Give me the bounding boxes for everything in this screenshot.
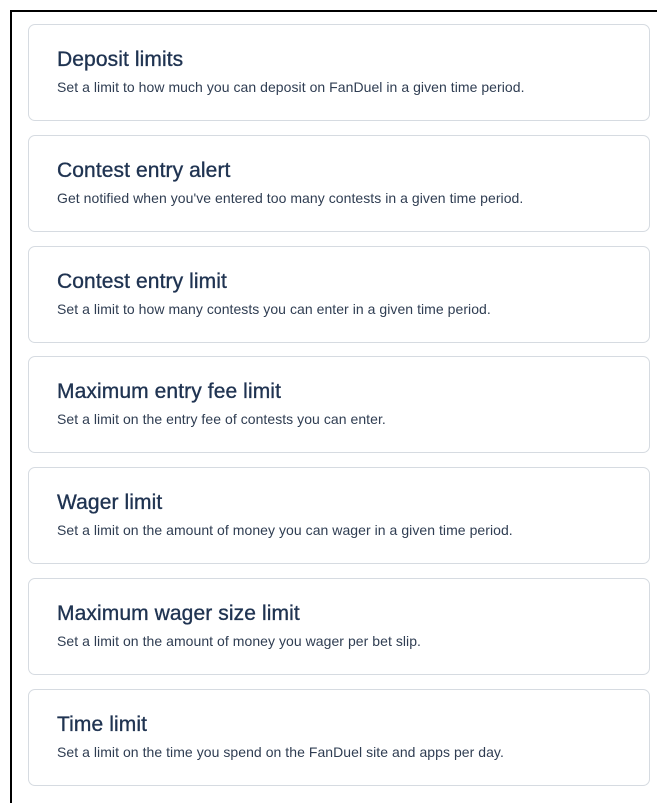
maximum-wager-size-limit-card[interactable]: Maximum wager size limit Set a limit on … [28, 577, 650, 675]
deposit-limits-card[interactable]: Deposit limits Set a limit to how much y… [28, 24, 650, 121]
contest-entry-alert-card[interactable]: Contest entry alert Get notified when yo… [28, 134, 650, 232]
deposit-limits-title: Deposit limits [57, 48, 184, 71]
limits-panel: Deposit limits Set a limit to how much y… [10, 10, 657, 803]
time-limit-description: Set a limit on the time you spend on the… [57, 743, 504, 760]
limits-list: Deposit limits Set a limit to how much y… [28, 24, 650, 800]
contest-entry-limit-title: Contest entry limit [57, 269, 227, 293]
contest-entry-limit-card[interactable]: Contest entry limit Set a limit to how m… [28, 245, 650, 343]
wager-limit-card[interactable]: Wager limit Set a limit on the amount of… [28, 467, 650, 565]
time-limit-title: Time limit [57, 712, 148, 736]
maximum-entry-fee-limit-title: Maximum entry fee limit [57, 380, 282, 404]
wager-limit-description: Set a limit on the amount of money you c… [57, 522, 513, 539]
time-limit-card[interactable]: Time limit Set a limit on the time you s… [28, 688, 650, 786]
maximum-wager-size-limit-title: Maximum wager size limit [57, 601, 300, 625]
maximum-entry-fee-limit-card[interactable]: Maximum entry fee limit Set a limit on t… [28, 356, 650, 454]
contest-entry-alert-title: Contest entry alert [57, 158, 231, 182]
maximum-entry-fee-limit-description: Set a limit on the entry fee of contests… [57, 411, 386, 428]
deposit-limits-description: Set a limit to how much you can deposit … [57, 79, 525, 95]
wager-limit-title: Wager limit [57, 491, 163, 515]
contest-entry-alert-description: Get notified when you've entered too man… [57, 189, 524, 206]
contest-entry-limit-description: Set a limit to how many contests you can… [57, 300, 491, 317]
maximum-wager-size-limit-description: Set a limit on the amount of money you w… [57, 632, 421, 649]
